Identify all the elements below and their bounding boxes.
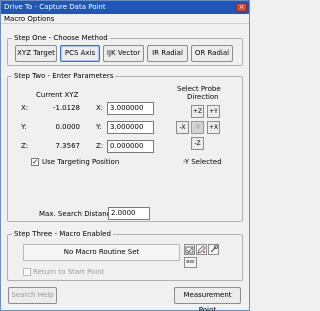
current-z-label: Z: — [21, 142, 29, 150]
probe-minus-y-button[interactable]: -Y — [191, 121, 204, 134]
current-y-label: Y: — [21, 123, 27, 131]
probe-plus-x-button[interactable]: +X — [207, 121, 220, 134]
search-help-button[interactable]: Search Help — [8, 287, 57, 304]
macro-open-icon[interactable] — [184, 244, 195, 255]
step-one-legend: Step One - Choose Method — [12, 34, 110, 42]
drive-to-dialog: Drive To - Capture Data Point × Macro Op… — [0, 0, 250, 311]
probe-plus-y-button[interactable]: +Y — [207, 105, 220, 118]
current-xyz-label: Current XYZ — [36, 91, 79, 99]
step-two-legend: Step Two - Enter Parameters — [12, 72, 116, 80]
menu-macro-options[interactable]: Macro Options — [4, 15, 54, 23]
probe-direction-label-line1: Select Probe — [177, 85, 221, 93]
target-y-input[interactable]: 3.000000 — [107, 121, 154, 134]
probe-plus-z-button[interactable]: +Z — [191, 105, 204, 118]
current-y-value: 0.0000 — [55, 123, 81, 131]
probe-minus-z-button[interactable]: -Z — [191, 137, 204, 150]
target-x-input[interactable]: 3.000000 — [107, 102, 154, 115]
target-x-label: X: — [96, 104, 104, 112]
macro-edit-icon[interactable] — [196, 244, 207, 255]
method-xyz-target-button[interactable]: XYZ Target — [15, 45, 57, 62]
method-ir-radial-button[interactable]: IR Radial — [147, 45, 188, 62]
method-or-radial-button[interactable]: OR Radial — [191, 45, 233, 62]
target-z-input[interactable]: 0.000000 — [107, 140, 154, 153]
current-x-label: X: — [21, 104, 29, 112]
return-to-start-checkbox[interactable] — [23, 268, 31, 276]
window-title: Drive To - Capture Data Point — [4, 3, 106, 11]
measurement-point-button[interactable]: Measurement Point — [174, 287, 241, 311]
use-targeting-checkbox[interactable]: ✓ — [31, 158, 39, 166]
target-z-label: Z: — [96, 142, 104, 150]
close-button[interactable]: × — [236, 3, 247, 12]
method-ijk-vector-button[interactable]: IJK Vector — [103, 45, 144, 62]
current-x-value: -1.0128 — [52, 104, 80, 112]
return-to-start-label: Return to Start Point — [33, 268, 105, 276]
use-targeting-label: Use Targeting Position — [42, 158, 120, 166]
step-three-legend: Step Three - Macro Enabled — [12, 230, 113, 238]
menu-bar: Macro Options — [1, 14, 249, 24]
max-search-distance-label: Max. Search Distance: — [39, 210, 118, 218]
title-bar[interactable]: Drive To - Capture Data Point × — [1, 1, 249, 14]
macro-settings-icon[interactable] — [208, 244, 219, 255]
target-y-label: Y: — [96, 123, 102, 131]
method-pcs-axis-button[interactable]: PCS Axis — [60, 45, 100, 62]
macro-escape-button[interactable]: esc — [184, 257, 197, 268]
macro-status-display: No Macro Routine Set — [23, 244, 180, 261]
probe-direction-label-line2: Direction — [187, 93, 219, 101]
max-search-distance-input[interactable]: 2.0000 — [108, 207, 150, 220]
selected-direction-label: -Y Selected — [183, 158, 222, 166]
esc-label: esc — [186, 259, 195, 265]
current-z-value: 7.3567 — [55, 142, 81, 150]
probe-minus-x-button[interactable]: -X — [176, 121, 189, 134]
